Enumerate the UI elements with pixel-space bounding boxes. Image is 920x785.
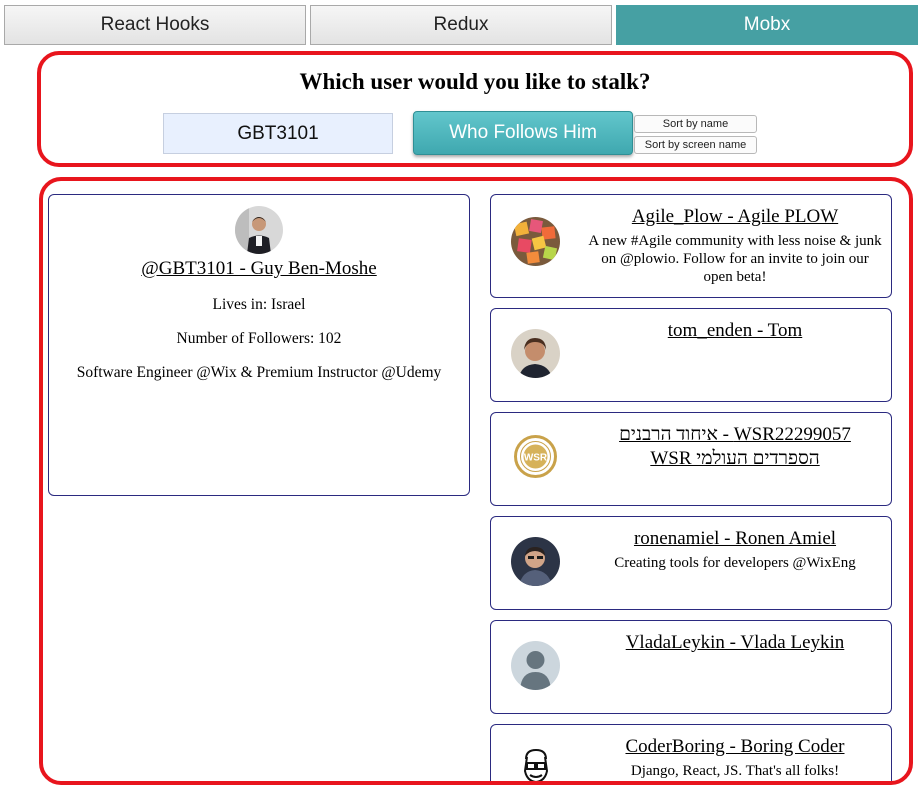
follower-card: ronenamiel - Ronen Amiel Creating tools … [490, 516, 892, 610]
follower-description: Django, React, JS. That's all folks! [630, 763, 840, 780]
follower-name-link[interactable]: CoderBoring - Boring Coder [585, 735, 885, 759]
who-follows-button[interactable]: Who Follows Him [413, 111, 633, 155]
tab-mobx[interactable]: Mobx [616, 5, 918, 45]
default-avatar-icon [511, 641, 560, 690]
follower-name-link[interactable]: VladaLeykin - Vlada Leykin [585, 631, 885, 655]
username-input[interactable] [163, 113, 393, 154]
profile-location: Lives in: Israel [212, 296, 306, 313]
profile-card: @GBT3101 - Guy Ben-Moshe Lives in: Israe… [48, 194, 470, 496]
sticky-notes-icon [511, 217, 560, 266]
profile-link[interactable]: @GBT3101 - Guy Ben-Moshe [49, 258, 469, 280]
search-panel: Which user would you like to stalk? Who … [37, 51, 913, 167]
tab-react-hooks[interactable]: React Hooks [4, 5, 306, 45]
search-title: Which user would you like to stalk? [299, 69, 651, 94]
follower-card: tom_enden - Tom [490, 308, 892, 402]
tab-bar: React Hooks Redux Mobx [4, 5, 918, 45]
tab-redux[interactable]: Redux [310, 5, 612, 45]
cartoon-coder-icon [511, 745, 560, 781]
person-photo-icon [235, 206, 283, 254]
svg-text:WSR: WSR [524, 453, 548, 464]
follower-card: VladaLeykin - Vlada Leykin [490, 620, 892, 714]
follower-description: A new #Agile community with less noise &… [588, 233, 882, 286]
results-panel: @GBT3101 - Guy Ben-Moshe Lives in: Israe… [39, 177, 913, 785]
profile-description: Software Engineer @Wix & Premium Instruc… [76, 364, 442, 381]
follower-card: CoderBoring - Boring Coder Django, React… [490, 724, 892, 781]
follower-description: Creating tools for developers @WixEng [614, 555, 856, 572]
sort-by-screen-name-button[interactable]: Sort by screen name [634, 136, 757, 154]
follower-card: Agile_Plow - Agile PLOW A new #Agile com… [490, 194, 892, 298]
sort-by-name-button[interactable]: Sort by name [634, 115, 757, 133]
profile-follower-count: Number of Followers: 102 [176, 330, 342, 347]
person-photo-icon [511, 329, 560, 378]
follower-name-link[interactable]: ronenamiel - Ronen Amiel [585, 527, 885, 551]
follower-name-link[interactable]: Agile_Plow - Agile PLOW [585, 205, 885, 229]
follower-card: WSR WSR22299057 - איחוד הרבנים הספרדים ה… [490, 412, 892, 506]
follower-name-link[interactable]: WSR22299057 - איחוד הרבנים הספרדים העולמ… [585, 423, 885, 472]
person-photo-icon [511, 537, 560, 586]
follower-name-link[interactable]: tom_enden - Tom [585, 319, 885, 343]
wsr-seal-icon: WSR [511, 432, 560, 481]
